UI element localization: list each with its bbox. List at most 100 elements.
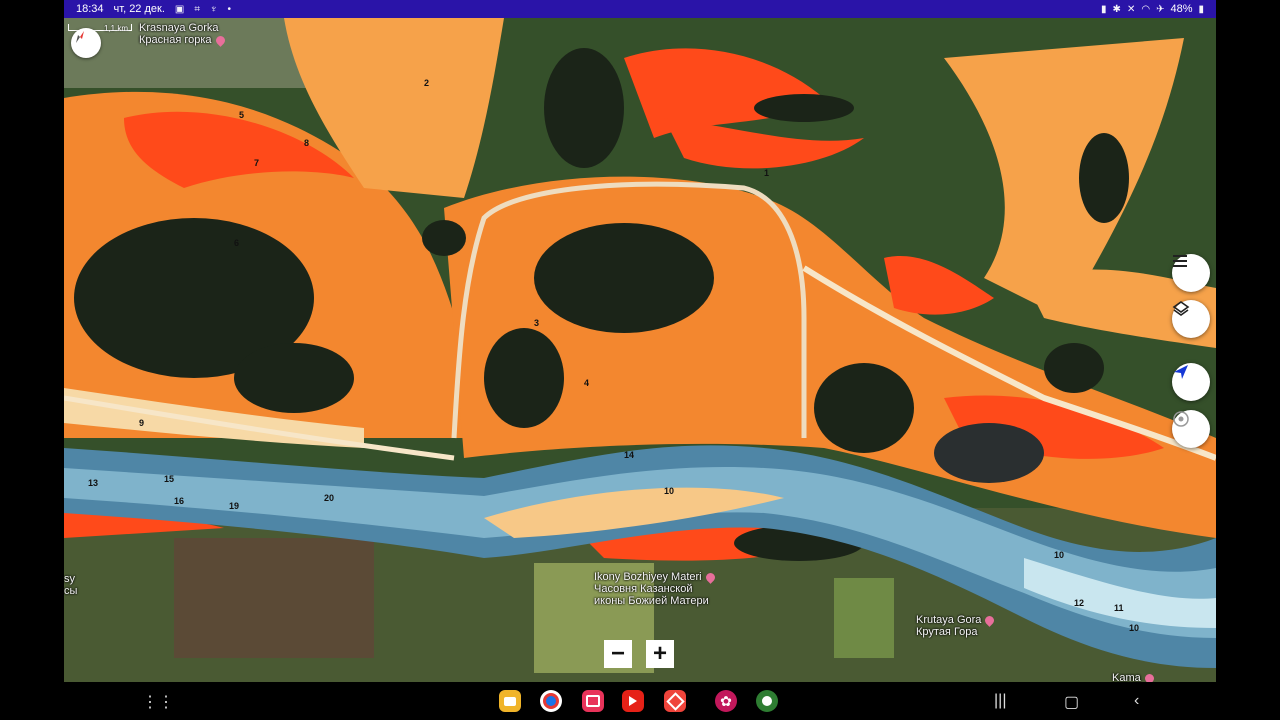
menu-button[interactable] <box>1172 254 1210 292</box>
anydesk-icon[interactable] <box>664 690 686 712</box>
depth-label: 11 <box>1114 603 1124 613</box>
files-icon[interactable] <box>499 690 521 712</box>
anydesk-icon-glyph <box>665 691 685 711</box>
target-icon <box>1173 411 1189 427</box>
my-location-button[interactable] <box>1172 410 1210 448</box>
place-ikony[interactable]: Ikony Bozhiyey Materi Часовня Казанской … <box>594 570 717 607</box>
map-pin-icon <box>1142 671 1156 682</box>
depth-label: 10 <box>664 486 675 496</box>
scale-label: 1,1 km <box>104 24 129 33</box>
field-brown <box>174 538 374 658</box>
depth-label: 6 <box>234 238 240 248</box>
notification-icon: ♆ <box>209 3 218 15</box>
depth-label: 16 <box>174 496 185 506</box>
depth-label: 3 <box>534 318 540 328</box>
zoom-out-button[interactable]: − <box>604 640 632 668</box>
depth-label: 14 <box>624 450 635 460</box>
depth-label: 19 <box>229 501 240 511</box>
flower-icon[interactable]: ✿ <box>715 690 737 712</box>
camera-icon-glyph <box>586 695 600 707</box>
pond-2 <box>234 343 354 413</box>
lock-icon: ▮ <box>1101 3 1107 15</box>
place-label-en: Ikony Bozhiyey Materi <box>594 570 717 584</box>
depth-label: 1 <box>764 168 770 178</box>
depth-label: 12 <box>1074 598 1085 608</box>
place-krasnaya-gorka[interactable]: Krasnaya Gorka Красная горка <box>139 22 227 47</box>
place-krutaya-gora[interactable]: Krutaya Gora Крутая Гора <box>916 613 997 638</box>
pond-8 <box>1079 133 1129 223</box>
map-pin-icon <box>213 33 227 47</box>
camera-icon[interactable] <box>582 690 604 712</box>
pond-12 <box>1044 343 1104 393</box>
battery-icon: ▮ <box>1198 3 1204 15</box>
mute-icon: ✕ <box>1126 3 1136 15</box>
navigation-arrow-icon <box>1174 365 1188 379</box>
wifi-icon: ◠ <box>1141 3 1151 15</box>
pond-6 <box>814 363 914 453</box>
field-green <box>834 578 894 658</box>
navigate-button[interactable] <box>1172 363 1210 401</box>
place-label-en: Krutaya Gora <box>916 613 997 627</box>
depth-label: 9 <box>139 418 145 428</box>
menu-icon <box>1173 255 1187 267</box>
place-label-ru-text: Красная горка <box>139 34 212 46</box>
depth-label: 4 <box>584 378 590 388</box>
airplane-icon: ✈ <box>1156 3 1165 15</box>
depth-label: 7 <box>254 158 260 168</box>
place-label-en: Krasnaya Gorka <box>139 22 219 34</box>
scan-icon: ⌗ <box>194 3 200 15</box>
depth-label: 13 <box>88 478 99 488</box>
bug-icon-glyph <box>762 696 772 706</box>
place-label-en-text: Ikony Bozhiyey Materi <box>594 571 702 583</box>
pond-9 <box>934 423 1044 483</box>
depth-label: 5 <box>239 110 245 120</box>
screen: 18:34 чт, 22 дек. ▣ ⌗ ♆ • ▮ ✱ ✕ ◠ ✈ 48% … <box>0 0 1280 720</box>
place-label-en-text: Krutaya Gora <box>916 614 982 626</box>
navigation-bar: ⋮⋮ ✿ ||| ▢ ‹ <box>64 682 1216 720</box>
compass-button[interactable] <box>71 28 101 58</box>
chrome-icon[interactable] <box>540 690 562 712</box>
back-icon[interactable]: ‹ <box>1134 692 1139 710</box>
pond-4 <box>534 223 714 333</box>
place-label-ru-2: иконы Божией Матери <box>594 595 709 607</box>
pond-11 <box>422 220 466 256</box>
place-left-edge[interactable]: sy сы <box>64 573 77 597</box>
youtube-icon-glyph <box>629 696 637 706</box>
apps-grid-icon[interactable]: ⋮⋮ <box>142 692 174 712</box>
depth-label: 15 <box>164 474 175 484</box>
flower-icon-glyph: ✿ <box>720 692 732 709</box>
pond-7 <box>754 94 854 122</box>
files-icon-glyph <box>504 696 516 706</box>
layers-button[interactable] <box>1172 300 1210 338</box>
map-view[interactable]: 14 16 19 20 15 13 10 10 12 11 10 9 8 7 6 5 4 3 2 1 Krasnaya… <box>64 18 1216 682</box>
depth-label: 20 <box>324 493 335 503</box>
depth-label: 10 <box>1054 550 1065 560</box>
depth-label: 10 <box>1129 623 1140 633</box>
pond-3 <box>544 48 624 168</box>
status-time: 18:34 <box>76 3 104 15</box>
bluetooth-icon: ✱ <box>1112 3 1121 15</box>
status-date: чт, 22 дек. <box>113 3 165 15</box>
screenshot-icon: ▣ <box>174 3 185 15</box>
zoom-in-button[interactable]: + <box>646 640 674 668</box>
map-pin-icon <box>703 570 717 584</box>
youtube-icon[interactable] <box>622 690 644 712</box>
place-label-ru: Крутая Гора <box>916 626 978 638</box>
place-label-ru: Красная горка <box>139 33 227 47</box>
depth-label: 2 <box>424 78 430 88</box>
bug-icon[interactable] <box>756 690 778 712</box>
place-label-en: sy <box>64 573 75 585</box>
recents-icon[interactable]: ||| <box>994 692 1006 710</box>
place-label-ru: сы <box>64 585 78 597</box>
battery-level: 48% <box>1170 3 1193 15</box>
depth-label: 8 <box>304 138 310 148</box>
layers-icon <box>1172 301 1190 316</box>
status-bar: 18:34 чт, 22 дек. ▣ ⌗ ♆ • ▮ ✱ ✕ ◠ ✈ 48% … <box>64 0 1216 18</box>
dot-icon: • <box>227 3 231 15</box>
pond-5 <box>484 328 564 428</box>
home-icon[interactable]: ▢ <box>1064 692 1079 712</box>
place-label-en: Kama <box>1112 672 1141 682</box>
place-kama[interactable]: Kama <box>1112 671 1156 682</box>
place-label-ru-1: Часовня Казанской <box>594 583 693 595</box>
chrome-icon-glyph <box>543 693 559 709</box>
